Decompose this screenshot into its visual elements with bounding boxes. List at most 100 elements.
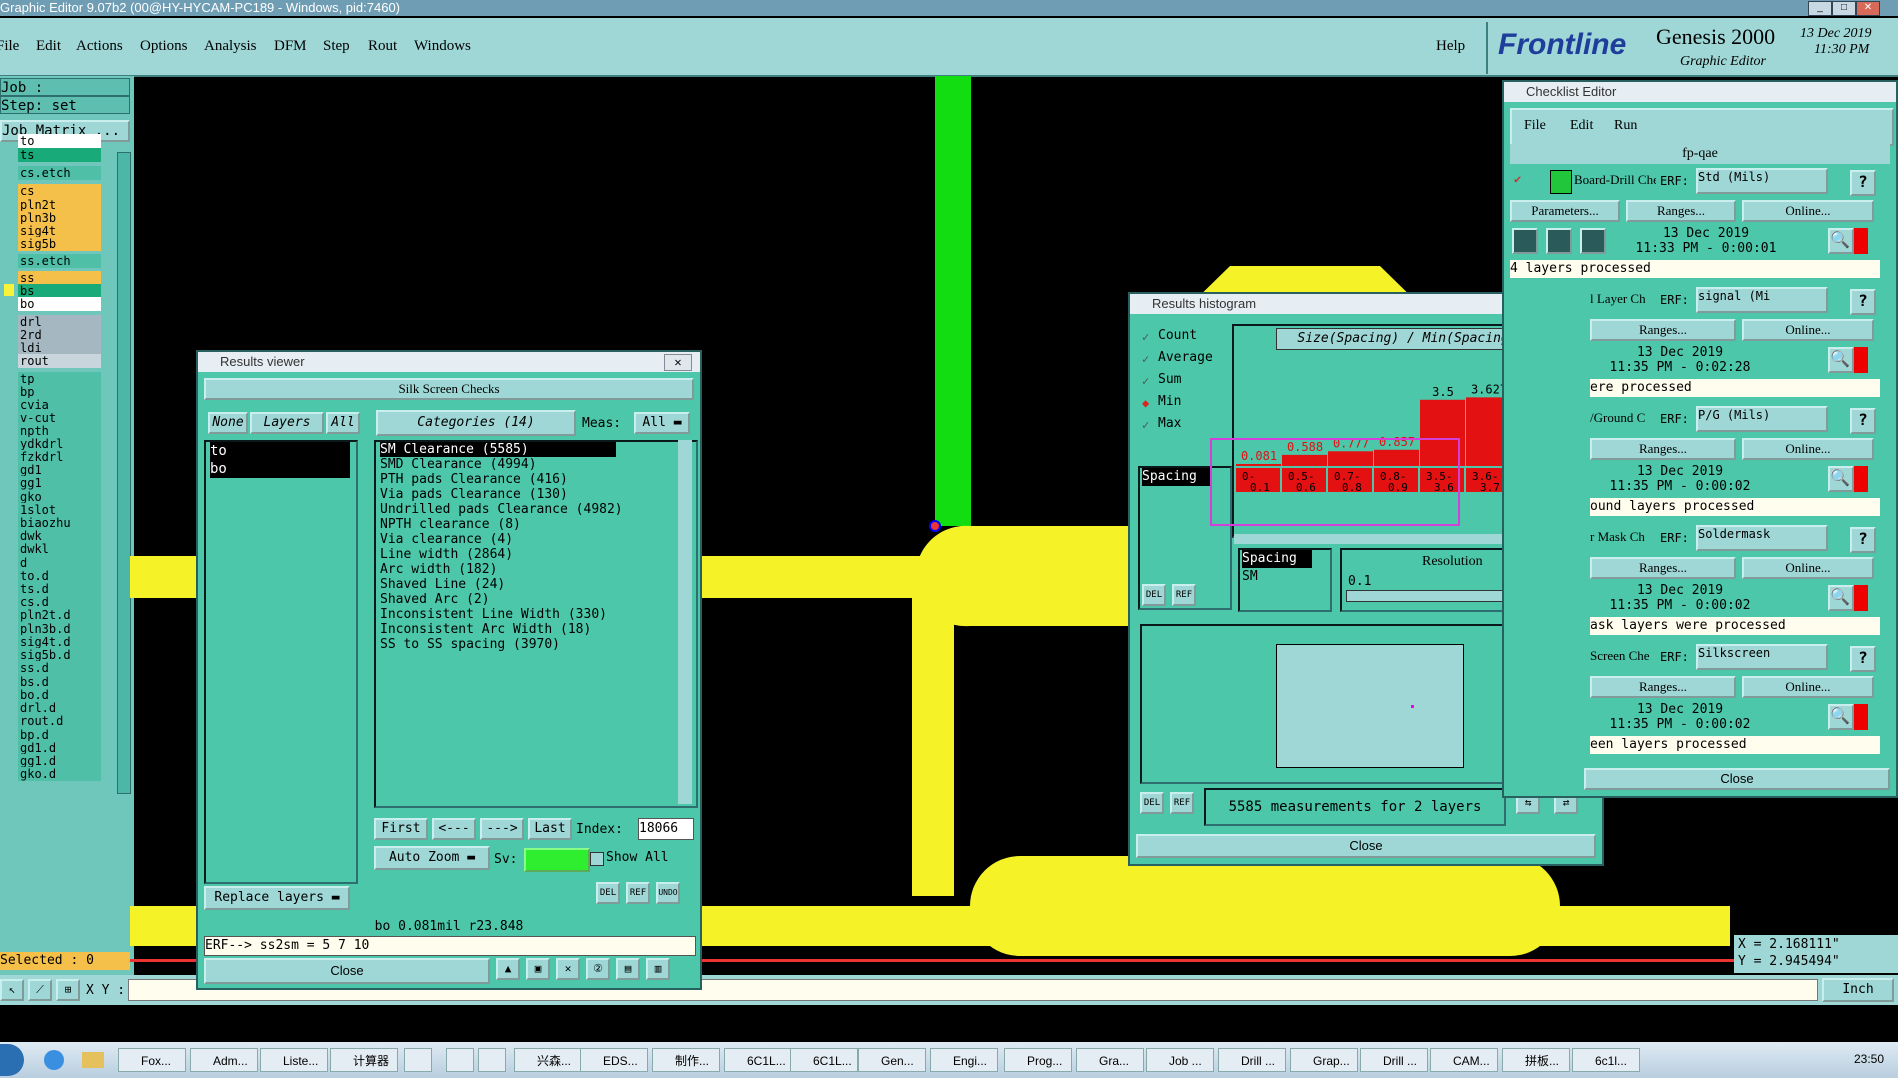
layer-item-bs.d[interactable]: bs.d bbox=[18, 675, 101, 689]
pointer-icon[interactable]: ↖ bbox=[0, 979, 24, 1001]
layers-button[interactable]: Layers bbox=[250, 412, 324, 434]
monitor-icon[interactable]: ▣ bbox=[526, 958, 550, 980]
ranges-button[interactable]: Ranges... bbox=[1590, 319, 1736, 341]
layer-item-fzkdrl[interactable]: fzkdrl bbox=[18, 450, 101, 464]
last-button[interactable]: Last bbox=[528, 818, 572, 840]
histogram-list1-item[interactable]: Spacing bbox=[1142, 468, 1212, 486]
categories-button[interactable]: Categories (14) bbox=[376, 410, 576, 436]
check-name[interactable]: Board-Drill Che bbox=[1574, 172, 1656, 188]
layer-item-biaozhu[interactable]: biaozhu bbox=[18, 516, 101, 530]
cross-icon[interactable]: ✕ bbox=[556, 958, 580, 980]
minimize-button[interactable]: _ bbox=[1808, 1, 1832, 16]
taskbar-item[interactable]: 6C1L... bbox=[790, 1048, 858, 1072]
check-icon[interactable]: ✓ bbox=[1142, 330, 1149, 344]
category-item[interactable]: Inconsistent Line Width (330) bbox=[380, 607, 607, 622]
del-icon[interactable]: DEL bbox=[596, 882, 620, 904]
zoom-icon[interactable]: 🔍 bbox=[1828, 466, 1854, 492]
zoom-icon[interactable]: 🔍 bbox=[1828, 704, 1854, 730]
probe-icon[interactable]: ▲ bbox=[496, 958, 520, 980]
next-button[interactable]: ---> bbox=[480, 818, 524, 840]
category-item[interactable]: Inconsistent Arc Width (18) bbox=[380, 622, 591, 637]
results-close-button[interactable]: Close bbox=[204, 958, 490, 984]
menu-file[interactable]: File bbox=[0, 38, 19, 55]
layer-item-v-cut[interactable]: v-cut bbox=[18, 411, 101, 425]
taskbar-item[interactable]: Adm... bbox=[190, 1048, 258, 1072]
taskbar-item[interactable]: EDS... bbox=[580, 1048, 648, 1072]
check-help-button[interactable]: ? bbox=[1850, 646, 1876, 672]
taskbar-item[interactable]: Job ... bbox=[1146, 1048, 1214, 1072]
replace-layers-select[interactable]: Replace layers ▬ bbox=[204, 886, 350, 910]
radio-selected-icon[interactable]: ◆ bbox=[1142, 396, 1149, 410]
erf-select[interactable]: Silkscreen bbox=[1696, 644, 1828, 670]
measure-icon[interactable]: ⟋ bbox=[28, 979, 52, 1001]
histogram-option-min[interactable]: Min bbox=[1158, 394, 1181, 409]
layer-item-drl[interactable]: drl bbox=[18, 315, 101, 329]
ranges-button[interactable]: Ranges... bbox=[1626, 200, 1736, 222]
histogram-ref2-icon[interactable]: REF bbox=[1170, 792, 1194, 814]
ie-icon[interactable] bbox=[44, 1050, 64, 1070]
taskbar-item[interactable]: Prog... bbox=[1004, 1048, 1072, 1072]
menu-options[interactable]: Options bbox=[140, 38, 188, 55]
layer-item-to.d[interactable]: to.d bbox=[18, 569, 101, 583]
layer-item-ydkdrl[interactable]: ydkdrl bbox=[18, 437, 101, 451]
layer-item-gg1[interactable]: gg1 bbox=[18, 476, 101, 490]
histogram-icon[interactable]: ▥ bbox=[646, 958, 670, 980]
category-item[interactable]: PTH pads Clearance (416) bbox=[380, 472, 568, 487]
check-name[interactable]: /Ground C bbox=[1590, 410, 1656, 426]
layer-item-ldi[interactable]: ldi bbox=[18, 341, 101, 355]
category-item[interactable]: NPTH clearance (8) bbox=[380, 517, 521, 532]
layer-item-pln3b[interactable]: pln3b bbox=[18, 211, 101, 225]
layer-item-cs.d[interactable]: cs.d bbox=[18, 595, 101, 609]
layer-item-2rd[interactable]: 2rd bbox=[18, 328, 101, 342]
sv-color-select[interactable] bbox=[524, 848, 590, 872]
check-name[interactable]: l Layer Ch bbox=[1590, 291, 1656, 307]
ranges-button[interactable]: Ranges... bbox=[1590, 676, 1736, 698]
layer-item-cvia[interactable]: cvia bbox=[18, 398, 101, 412]
category-item[interactable]: Arc width (182) bbox=[380, 562, 497, 577]
run-icon[interactable] bbox=[1512, 228, 1538, 254]
erf-select[interactable]: Std (Mils) bbox=[1696, 168, 1828, 194]
zoom-icon[interactable]: 🔍 bbox=[1828, 585, 1854, 611]
taskbar-item[interactable]: Drill ... bbox=[1218, 1048, 1286, 1072]
layer-item-sig4t.d[interactable]: sig4t.d bbox=[18, 635, 101, 649]
layer-item-tp[interactable]: tp bbox=[18, 372, 101, 386]
prev-button[interactable]: <--- bbox=[432, 818, 476, 840]
taskbar-item[interactable] bbox=[478, 1048, 506, 1072]
histogram-list2-item[interactable]: Spacing bbox=[1242, 550, 1312, 568]
histogram-del-icon[interactable]: DEL bbox=[1142, 584, 1166, 606]
categories-scrollbar[interactable] bbox=[678, 440, 692, 804]
show-all-checkbox[interactable] bbox=[590, 852, 604, 866]
histogram-option-count[interactable]: Count bbox=[1158, 328, 1197, 343]
menu-step[interactable]: Step bbox=[323, 38, 350, 55]
check-icon[interactable]: ✓ bbox=[1142, 418, 1149, 432]
layer-item-sig4t[interactable]: sig4t bbox=[18, 224, 101, 238]
menu-actions[interactable]: Actions bbox=[76, 38, 123, 55]
layer-item-drl.d[interactable]: drl.d bbox=[18, 701, 101, 715]
auto-zoom-select[interactable]: Auto Zoom ▬ bbox=[374, 846, 490, 870]
unit-select[interactable]: Inch bbox=[1822, 978, 1894, 1002]
taskbar-item[interactable]: Grap... bbox=[1290, 1048, 1358, 1072]
all-layers-button[interactable]: All bbox=[326, 412, 360, 434]
online-button[interactable]: Online... bbox=[1742, 319, 1874, 341]
menu-windows[interactable]: Windows bbox=[414, 38, 471, 55]
layer-item-d[interactable]: d bbox=[18, 556, 101, 570]
layer-item-gd1.d[interactable]: gd1.d bbox=[18, 741, 101, 755]
histogram-close-button[interactable]: Close bbox=[1136, 834, 1596, 858]
erf-select[interactable]: Soldermask bbox=[1696, 525, 1828, 551]
taskbar-item[interactable]: Gra... bbox=[1076, 1048, 1144, 1072]
checkbox-icon[interactable]: ✔ bbox=[1514, 172, 1526, 186]
taskbar-item[interactable]: 6C1L... bbox=[724, 1048, 792, 1072]
layer-item-gko.d[interactable]: gko.d bbox=[18, 767, 101, 781]
alert-icon[interactable] bbox=[1854, 466, 1868, 492]
zoom-icon[interactable]: 🔍 bbox=[1828, 347, 1854, 373]
layer-item-sig5b.d[interactable]: sig5b.d bbox=[18, 648, 101, 662]
folder-icon[interactable] bbox=[82, 1052, 104, 1068]
check-help-button[interactable]: ? bbox=[1850, 527, 1876, 553]
undo-icon[interactable]: UNDO bbox=[656, 882, 680, 904]
report-icon[interactable]: ▤ bbox=[616, 958, 640, 980]
layer-item-ss.d[interactable]: ss.d bbox=[18, 661, 101, 675]
online-button[interactable]: Online... bbox=[1742, 557, 1874, 579]
histogram-ref-icon[interactable]: REF bbox=[1172, 584, 1196, 606]
layer-item-bs[interactable]: bs bbox=[18, 284, 101, 298]
layer-item-ss.etch[interactable]: ss.etch bbox=[18, 254, 101, 268]
